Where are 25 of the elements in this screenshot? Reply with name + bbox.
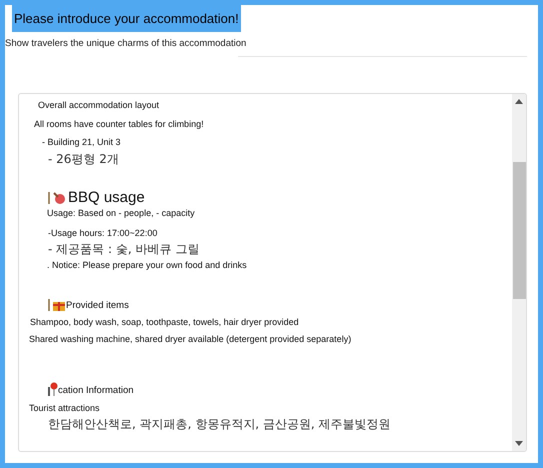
text-line: - 제공품목 : 숯, 바베큐 그릴 [48,243,200,256]
scroll-up-icon[interactable] [515,99,523,104]
gift-icon [48,298,66,312]
text-line: - 26평형 2개 [48,153,119,166]
section-heading: cation Information [58,385,134,396]
page-title: Please introduce your accommodation! [12,5,241,32]
text-editor[interactable] [18,93,527,452]
text-line: 한담해안산책로, 곽지패총, 항몽유적지, 금산공원, 제주불빛정원 [48,418,391,432]
text-line: Shared washing machine, shared dryer available (detergent provided separately) [29,334,352,344]
pin-icon [48,382,58,396]
text-line: Usage: Based on - people, - capacity [47,208,195,218]
meat-icon [48,191,68,206]
text-line: All rooms have counter tables for climbing! [34,119,204,130]
text-line: Shampoo, body wash, soap, toothpaste, towels, hair dryer provided [30,317,299,328]
text-line: - Building 21, Unit 3 [42,137,121,148]
text-line: -Usage hours: 17:00~22:00 [48,228,158,238]
section-heading: Provided items [66,300,129,312]
text-line: Tourist attractions [29,403,100,414]
scroll-down-icon[interactable] [515,441,523,446]
scrollbar[interactable] [512,94,526,452]
text-line: Overall accommodation layout [38,100,160,110]
scrollbar-thumb[interactable] [512,162,526,300]
section-heading: BBQ usage [68,190,145,206]
subtitle: Show travelers the unique charms of this accommodation [5,37,246,51]
text-line: . Notice: Please prepare your own food and drinks [47,260,247,270]
